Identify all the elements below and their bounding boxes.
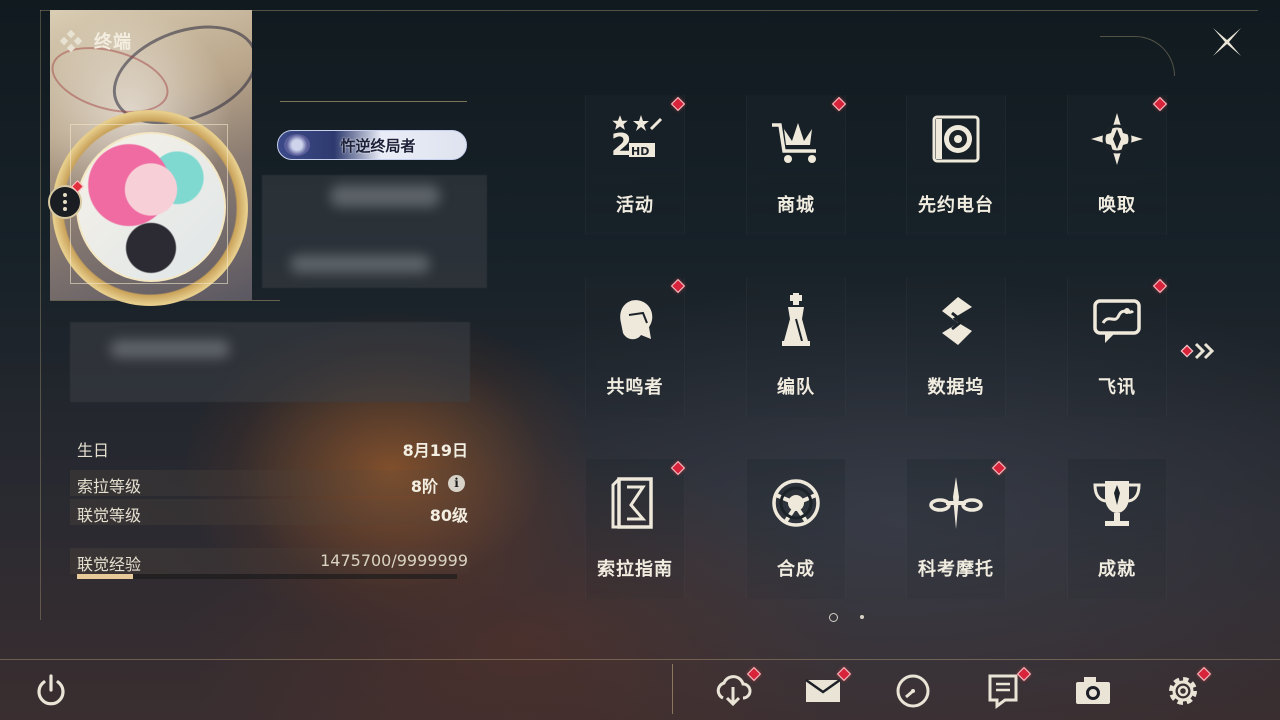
menu-item-chat-message[interactable]: 飞讯 xyxy=(1067,277,1168,417)
settings-button[interactable] xyxy=(1163,670,1203,710)
menu-item-label: 活动 xyxy=(616,195,654,216)
union-xp-value: 1475700/9999999 xyxy=(320,551,468,570)
menu-item-data-dock[interactable]: 数据坞 xyxy=(906,277,1006,417)
title-badge-portrait xyxy=(284,134,310,156)
next-page-arrow-icon[interactable] xyxy=(1180,340,1220,362)
mail-button[interactable] xyxy=(803,670,843,710)
synthesis-icon xyxy=(772,479,820,527)
menu-item-label: 先约电台 xyxy=(918,195,994,216)
bottom-bar-line xyxy=(0,659,1280,660)
frame-left-line xyxy=(40,10,41,620)
union-xp-label: 联觉经验 xyxy=(77,555,142,574)
birthday-value: 8月19日 xyxy=(402,441,468,460)
guide-book-icon xyxy=(611,477,653,529)
menu-item-team-chess[interactable]: 编队 xyxy=(746,277,846,417)
union-xp-progress-fill xyxy=(77,574,134,579)
profile-separator xyxy=(50,300,280,301)
summon-compass-icon xyxy=(1091,113,1143,165)
svg-text:2: 2 xyxy=(611,128,632,163)
shop-cart-icon xyxy=(772,123,816,163)
union-level-value: 80级 xyxy=(429,506,468,525)
union-xp-progress-bar xyxy=(77,574,457,579)
redacted-signature-text xyxy=(110,340,230,358)
menu-item-trophy[interactable]: 成就 xyxy=(1067,459,1167,599)
settings-gear-icon xyxy=(1169,677,1197,705)
menu-item-label: 共鸣者 xyxy=(606,377,664,398)
name-divider xyxy=(280,101,467,102)
sola-level-value: 8阶 xyxy=(410,477,438,496)
title-badge-text: 忤逆终局者 xyxy=(340,136,416,155)
camera-icon xyxy=(1076,677,1110,704)
chat-message-icon xyxy=(1093,299,1141,343)
terminal-logo-icon xyxy=(60,30,82,52)
page-header: 终端 xyxy=(60,28,132,54)
download-button[interactable] xyxy=(713,670,753,710)
menu-item-guide-book[interactable]: 索拉指南 xyxy=(585,459,686,599)
bottom-bar-divider xyxy=(672,664,673,714)
notice-icon xyxy=(988,674,1018,709)
menu-item-summon-compass[interactable]: 唤取 xyxy=(1067,95,1168,235)
menu-item-shop-cart[interactable]: 商城 xyxy=(746,95,847,235)
sola-level-label: 索拉等级 xyxy=(77,477,142,496)
power-icon xyxy=(37,674,65,706)
menu-item-label: 唤取 xyxy=(1098,195,1136,216)
union-level-label: 联觉等级 xyxy=(77,506,142,525)
close-icon[interactable] xyxy=(1210,25,1244,59)
redacted-player-id xyxy=(290,255,430,273)
frame-corner-arc xyxy=(1100,36,1175,76)
redacted-player-name xyxy=(330,185,440,207)
info-icon[interactable]: i xyxy=(448,475,465,492)
page-title: 终端 xyxy=(94,32,132,52)
motorcycle-icon xyxy=(929,477,983,529)
menu-item-label: 合成 xyxy=(777,559,815,580)
redacted-signature-box[interactable] xyxy=(70,322,470,402)
event-2hd-icon: 2 HD xyxy=(611,115,663,163)
menu-item-label: 科考摩托 xyxy=(918,559,994,580)
menu-item-label: 数据坞 xyxy=(927,377,985,398)
page-indicator-dot-active[interactable] xyxy=(829,613,838,622)
menu-item-radio[interactable]: 先约电台 xyxy=(906,95,1006,235)
page-indicator-dot[interactable] xyxy=(860,615,864,619)
data-dock-icon xyxy=(942,297,972,345)
power-button[interactable] xyxy=(31,670,71,710)
menu-item-synthesis[interactable]: 合成 xyxy=(746,459,846,599)
radio-icon xyxy=(932,115,980,163)
trophy-icon xyxy=(1093,481,1141,526)
clock-button[interactable] xyxy=(893,670,933,710)
menu-item-label: 飞讯 xyxy=(1098,377,1136,398)
menu-item-label: 索拉指南 xyxy=(597,559,673,580)
resonator-portrait-icon xyxy=(620,300,653,340)
menu-item-motorcycle[interactable]: 科考摩托 xyxy=(906,459,1007,599)
download-cloud-icon xyxy=(716,675,752,707)
menu-item-resonator-portrait[interactable]: 共鸣者 xyxy=(585,277,686,417)
title-badge[interactable]: 忤逆终局者 xyxy=(277,130,467,160)
menu-item-label: 商城 xyxy=(777,195,815,216)
more-dots-icon xyxy=(63,192,67,213)
camera-button[interactable] xyxy=(1073,670,1113,710)
team-chess-icon xyxy=(782,293,810,346)
notice-button[interactable] xyxy=(983,670,1023,710)
svg-text:HD: HD xyxy=(631,145,649,158)
menu-item-label: 成就 xyxy=(1098,559,1136,580)
clock-icon xyxy=(896,674,930,708)
avatar-square-frame xyxy=(70,124,228,284)
menu-item-event-2hd[interactable]: 2 HD 活动 xyxy=(585,95,686,235)
birthday-label: 生日 xyxy=(77,441,110,460)
menu-item-label: 编队 xyxy=(777,377,815,398)
mail-icon xyxy=(805,678,841,702)
